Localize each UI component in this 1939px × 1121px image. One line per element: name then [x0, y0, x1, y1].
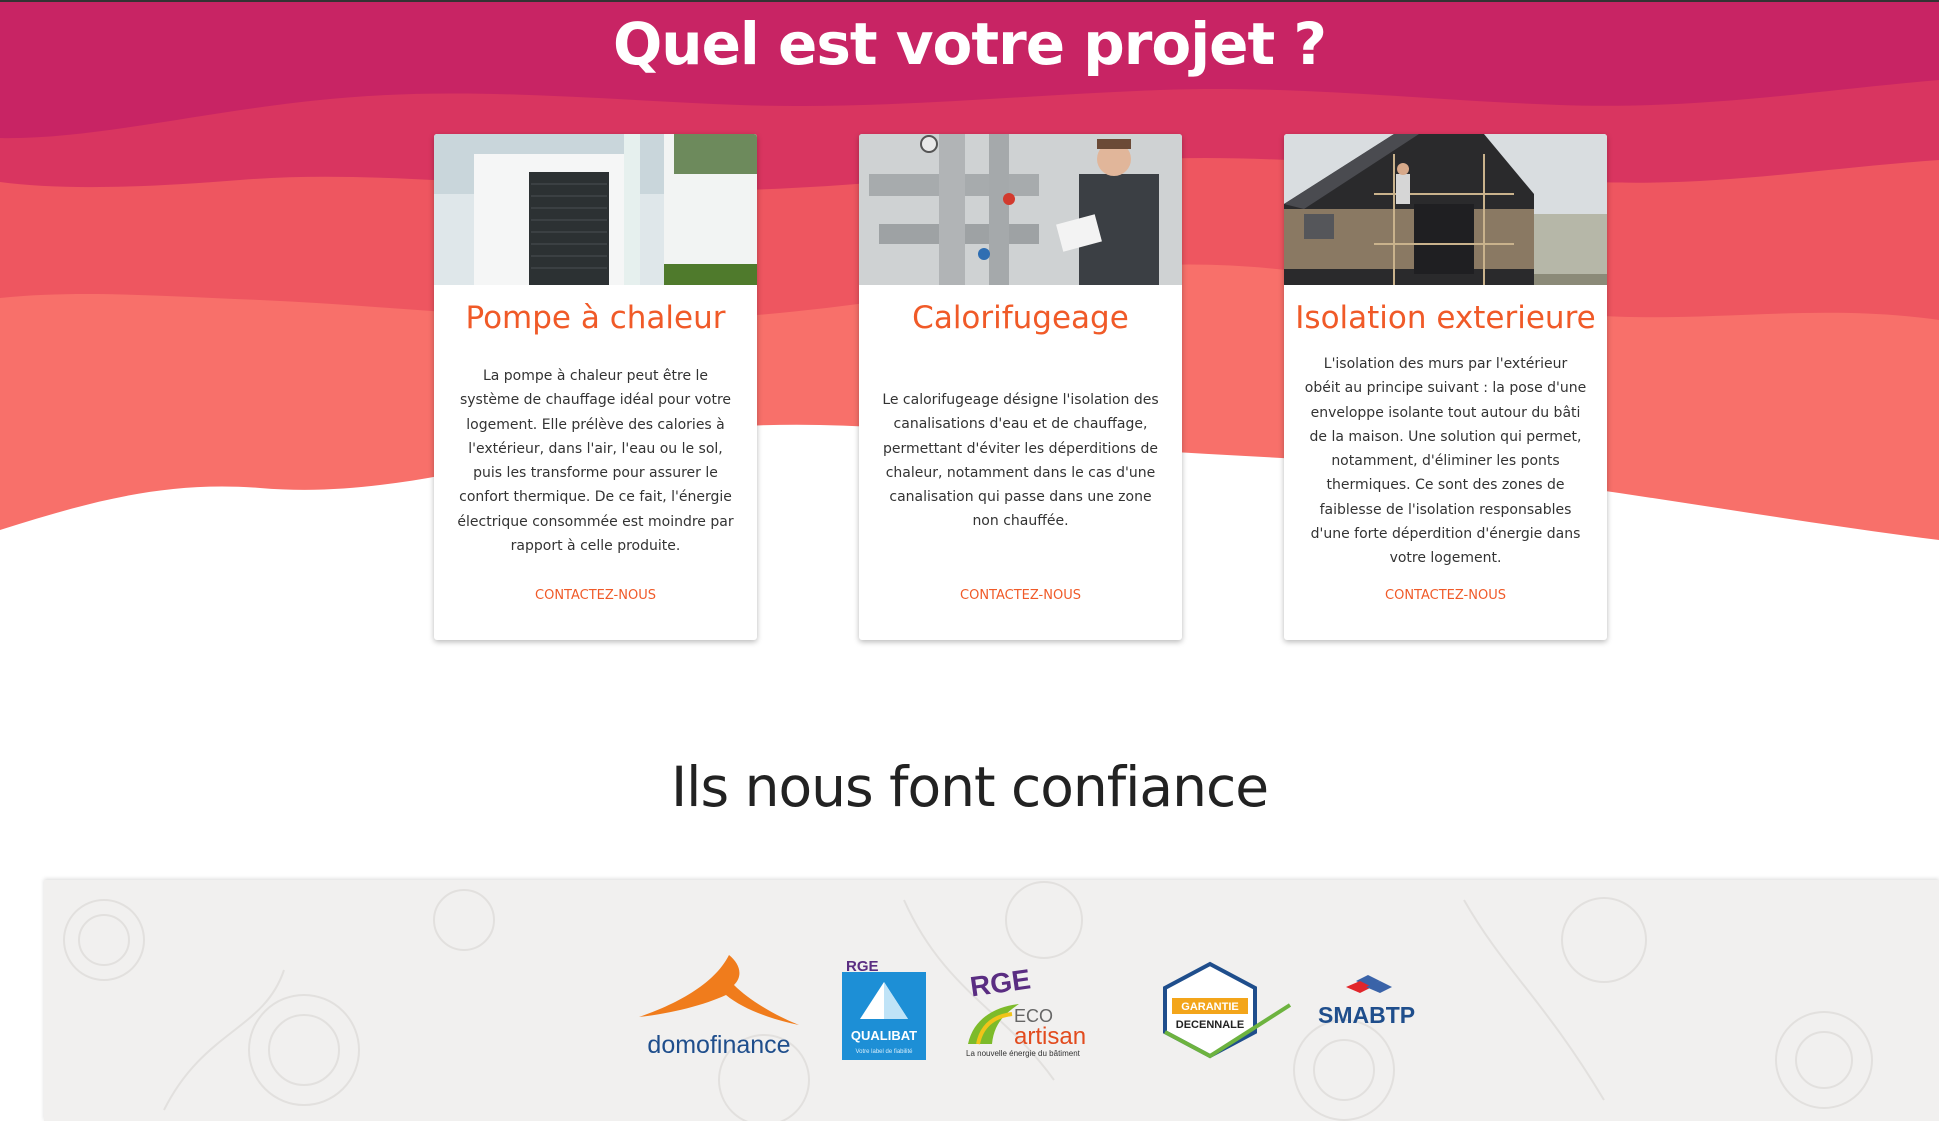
page-title: Quel est votre projet ? — [612, 10, 1327, 78]
contact-link[interactable]: CONTACTEZ-NOUS — [859, 588, 1182, 603]
contact-link[interactable]: CONTACTEZ-NOUS — [434, 588, 757, 603]
heat-pump-image — [434, 134, 757, 285]
card-title: Isolation exterieure — [1295, 300, 1596, 336]
domofinance-logo: domofinance — [639, 955, 799, 1059]
partners-strip: domofinance RGE QUALIBAT Votre label de … — [44, 880, 1939, 1121]
eco-artisan-rge-logo: RGE ECO artisan La nouvelle énergie du b… — [966, 964, 1086, 1058]
qualibat-rge-logo: RGE QUALIBAT Votre label de fiabilité — [842, 958, 926, 1060]
project-card-isolation: Isolation exterieure L'isolation des mur… — [1284, 134, 1607, 640]
svg-text:La nouvelle énergie du bâtimen: La nouvelle énergie du bâtiment — [966, 1049, 1081, 1058]
partners-title: Ils nous font confiance — [670, 755, 1269, 819]
svg-text:artisan: artisan — [1014, 1023, 1086, 1050]
project-card-calorifugeage: Calorifugeage Le calorifugeage désigne l… — [859, 134, 1182, 640]
card-title: Calorifugeage — [912, 300, 1129, 336]
card-title: Pompe à chaleur — [465, 300, 726, 336]
svg-text:Votre label de fiabilité: Votre label de fiabilité — [855, 1049, 913, 1055]
svg-text:SMABTP: SMABTP — [1318, 1002, 1415, 1028]
project-card-pompe: Pompe à chaleur La pompe à chaleur peut … — [434, 134, 757, 640]
card-description: La pompe à chaleur peut être le système … — [457, 368, 734, 555]
smabtp-logo: SMABTP — [1318, 975, 1415, 1028]
house-insulation-image — [1284, 134, 1607, 285]
svg-text:QUALIBAT: QUALIBAT — [851, 1028, 917, 1043]
pipes-technician-image — [859, 134, 1182, 285]
svg-text:GARANTIE: GARANTIE — [1181, 1001, 1238, 1013]
svg-text:DECENNALE: DECENNALE — [1176, 1019, 1244, 1031]
card-description: Le calorifugeage désigne l'isolation des… — [882, 392, 1159, 530]
domofinance-wordmark: domofinance — [647, 1031, 790, 1059]
svg-text:RGE: RGE — [968, 964, 1032, 1002]
contact-link[interactable]: CONTACTEZ-NOUS — [1284, 588, 1607, 603]
garantie-decennale-logo: GARANTIE DECENNALE — [1163, 961, 1292, 1059]
card-description: L'isolation des murs par l'extérieur obé… — [1304, 356, 1587, 567]
